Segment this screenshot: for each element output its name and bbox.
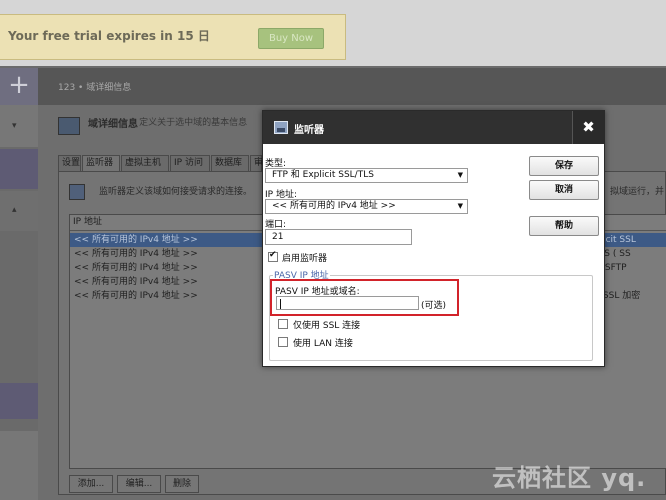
page-title: 域详细信息 bbox=[88, 119, 138, 130]
ssl-only-checkbox[interactable] bbox=[278, 319, 288, 329]
lan-only-label: 使用 LAN 连接 bbox=[293, 339, 353, 349]
tab-ip-access[interactable]: IP 访问 bbox=[170, 155, 210, 172]
sidebar-item[interactable] bbox=[0, 383, 38, 419]
tab-virtual-hosts[interactable]: 虚拟主机 bbox=[121, 155, 169, 172]
listener-dialog: 监听器 ✖ 类型: FTP 和 Explicit SSL/TLS ▼ IP 地址… bbox=[262, 110, 605, 367]
optional-label: (可选) bbox=[421, 301, 447, 311]
row-address: << 所有可用的 IPv4 地址 >> bbox=[74, 277, 198, 287]
row-address: << 所有可用的 IPv4 地址 >> bbox=[74, 291, 198, 301]
trial-banner-area: Your free trial expires in 15 日 Buy Now bbox=[0, 0, 666, 66]
text-cursor bbox=[280, 299, 281, 309]
sidebar: ▾ ▴ bbox=[0, 105, 38, 500]
page-description: - 定义关于选中域的基本信息 bbox=[133, 118, 248, 128]
save-button[interactable]: 保存 bbox=[529, 156, 599, 176]
close-icon[interactable]: ✖ bbox=[572, 111, 604, 144]
trial-text: Your free trial expires in 15 日 bbox=[8, 29, 210, 43]
buy-now-button[interactable]: Buy Now bbox=[258, 28, 324, 49]
dropdown-arrow-icon: ▼ bbox=[457, 171, 463, 179]
domain-icon bbox=[58, 117, 80, 135]
row-address: << 所有可用的 IPv4 地址 >> bbox=[74, 263, 198, 273]
dialog-title-bar: 监听器 ✖ bbox=[263, 111, 604, 144]
cancel-button[interactable]: 取消 bbox=[529, 180, 599, 200]
panel-description-right: 拟域运行，并 bbox=[610, 187, 665, 197]
chevron-up-icon[interactable]: ▴ bbox=[12, 205, 17, 215]
type-select[interactable]: FTP 和 Explicit SSL/TLS ▼ bbox=[265, 168, 468, 183]
dropdown-arrow-icon: ▼ bbox=[457, 202, 463, 210]
chevron-down-icon[interactable]: ▾ bbox=[12, 121, 17, 131]
watermark: 云栖社区 yq. bbox=[492, 464, 647, 492]
trial-banner: Your free trial expires in 15 日 Buy Now bbox=[0, 14, 346, 60]
pasv-ip-input[interactable] bbox=[276, 296, 419, 310]
ip-select[interactable]: << 所有可用的 IPv4 地址 >> ▼ bbox=[265, 199, 468, 214]
tab-listeners[interactable]: 监听器 bbox=[82, 155, 120, 172]
port-input[interactable]: 21 bbox=[265, 229, 412, 245]
edit-listener-button[interactable]: 编辑... bbox=[117, 475, 161, 493]
breadcrumb: 123 • 域详细信息 bbox=[58, 83, 132, 93]
dialog-title: 监听器 bbox=[294, 125, 324, 136]
tab-database[interactable]: 数据库 bbox=[211, 155, 249, 172]
sidebar-section bbox=[0, 431, 38, 500]
lan-only-checkbox[interactable] bbox=[278, 337, 288, 347]
add-icon[interactable]: + bbox=[0, 68, 38, 105]
add-listener-button[interactable]: 添加... bbox=[69, 475, 113, 493]
row-address: << 所有可用的 IPv4 地址 >> bbox=[74, 249, 198, 259]
row-address: << 所有可用的 IPv4 地址 >> bbox=[74, 235, 198, 245]
enable-listener-label: 启用监听器 bbox=[282, 254, 328, 264]
ssl-only-label: 仅使用 SSL 连接 bbox=[293, 321, 361, 331]
listener-icon bbox=[69, 184, 85, 200]
delete-listener-button[interactable]: 删除 bbox=[165, 475, 199, 493]
panel-description: 监听器定义该域如何接受请求的连接。 bbox=[99, 187, 253, 197]
help-button[interactable]: 帮助 bbox=[529, 216, 599, 236]
monitor-icon bbox=[274, 121, 288, 134]
sidebar-item-active[interactable] bbox=[0, 149, 38, 189]
tab-more[interactable]: 审 bbox=[250, 155, 263, 172]
enable-listener-checkbox[interactable] bbox=[268, 250, 278, 262]
ip-select-value: << 所有可用的 IPv4 地址 >> bbox=[272, 201, 396, 211]
sidebar-section: ▴ bbox=[0, 191, 38, 231]
sidebar-section: ▾ bbox=[0, 105, 38, 147]
tab-settings[interactable]: 设置 bbox=[58, 155, 81, 172]
top-bar: + 123 • 域详细信息 bbox=[0, 68, 666, 105]
type-select-value: FTP 和 Explicit SSL/TLS bbox=[272, 170, 374, 180]
